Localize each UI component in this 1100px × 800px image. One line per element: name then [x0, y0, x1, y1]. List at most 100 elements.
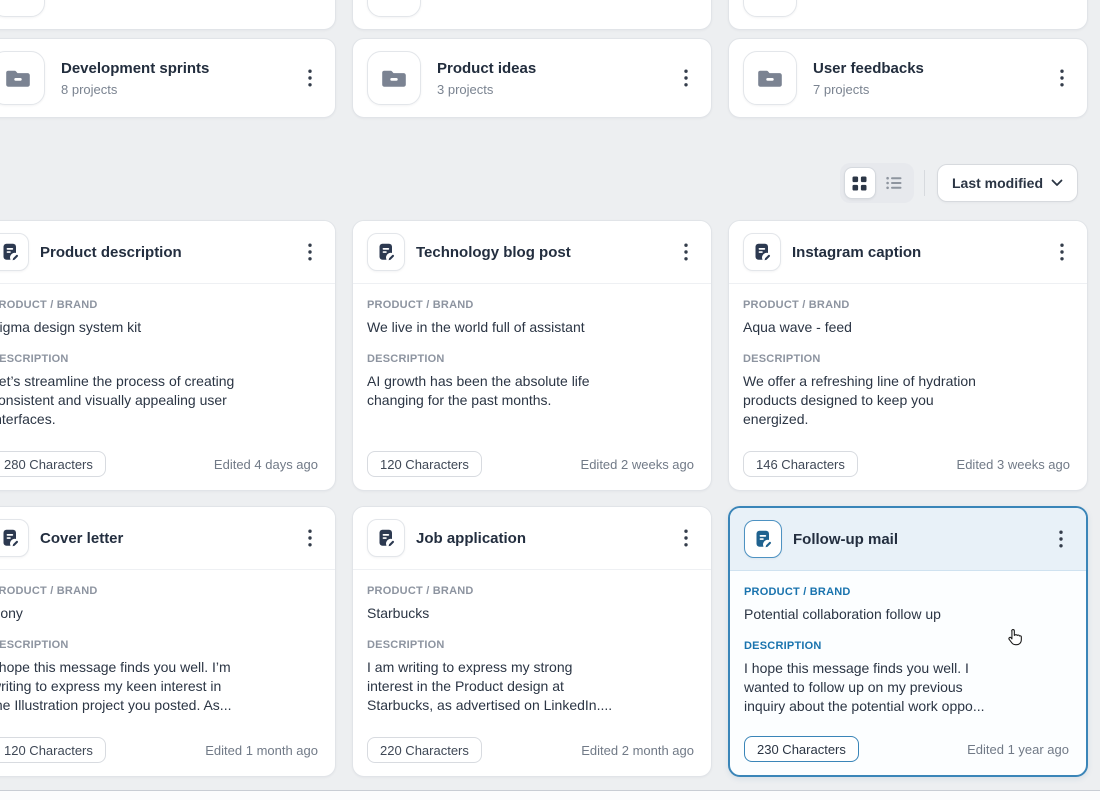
sort-dropdown[interactable]: Last modified: [937, 164, 1078, 202]
document-icon-container: [367, 519, 405, 557]
edited-timestamp: Edited 4 days ago: [214, 457, 318, 472]
edited-timestamp: Edited 1 month ago: [205, 743, 318, 758]
folder-icon: [381, 67, 407, 89]
folder-name: Product ideas: [437, 59, 675, 78]
document-card[interactable]: Instagram caption PRODUCT / BRAND Aqua w…: [728, 220, 1088, 491]
description-text: AI growth has been the absolute life cha…: [367, 372, 697, 410]
document-card-footer: 120 Characters Edited 2 weeks ago: [367, 451, 694, 477]
note-pencil-icon: [752, 242, 773, 263]
document-title: Cover letter: [40, 530, 299, 547]
document-card-header: Instagram caption: [729, 221, 1087, 284]
description-text: Let’s streamline the process of creating…: [0, 372, 321, 429]
characters-badge: 280 Characters: [0, 451, 106, 477]
kebab-menu-button[interactable]: [675, 65, 697, 91]
characters-badge: 120 Characters: [0, 737, 106, 763]
document-card-header: Job application: [353, 507, 711, 570]
description-label: DESCRIPTION: [743, 353, 1073, 365]
kebab-menu-icon: [308, 69, 312, 87]
document-card-footer: 220 Characters Edited 2 month ago: [367, 737, 694, 763]
folder-icon: [381, 0, 407, 1]
document-card-body: PRODUCT / BRAND Figma design system kit …: [0, 284, 335, 429]
folder-card[interactable]: 15 projects: [352, 0, 712, 30]
kebab-menu-button[interactable]: [299, 65, 321, 91]
description-text: I hope this message finds you well. I wa…: [744, 659, 1072, 716]
document-icon-container: [0, 519, 29, 557]
folder-icon-container: [743, 51, 797, 105]
grid-view-button[interactable]: [844, 167, 876, 199]
folder-icon: [5, 0, 31, 1]
brand-value: Sony: [0, 604, 321, 622]
folder-row: Development sprints 8 projects Product i…: [0, 38, 1088, 118]
document-card[interactable]: Cover letter PRODUCT / BRAND Sony DESCRI…: [0, 506, 336, 777]
brand-label: PRODUCT / BRAND: [367, 299, 697, 311]
note-pencil-icon: [376, 242, 397, 263]
document-icon-container: [743, 233, 781, 271]
document-card-body: PRODUCT / BRAND Aqua wave - feed DESCRIP…: [729, 284, 1087, 429]
grid-view-icon: [852, 176, 867, 191]
brand-label: PRODUCT / BRAND: [367, 585, 697, 597]
document-card-header: Product description: [0, 221, 335, 284]
description-text: I hope this message finds you well. I’m …: [0, 658, 321, 715]
kebab-menu-button[interactable]: [299, 0, 321, 3]
description-label: DESCRIPTION: [367, 639, 697, 651]
note-pencil-icon: [0, 242, 21, 263]
brand-label: PRODUCT / BRAND: [743, 299, 1073, 311]
folder-name: User feedbacks: [813, 59, 1051, 78]
document-card-footer: 146 Characters Edited 3 weeks ago: [743, 451, 1070, 477]
kebab-menu-icon: [1060, 243, 1064, 261]
description-text: We offer a refreshing line of hydration …: [743, 372, 1073, 429]
document-card[interactable]: Technology blog post PRODUCT / BRAND We …: [352, 220, 712, 491]
folder-icon-container: [367, 51, 421, 105]
description-label: DESCRIPTION: [0, 639, 321, 651]
description-text: I am writing to express my strong intere…: [367, 658, 697, 715]
document-icon-container: [367, 233, 405, 271]
document-card-header: Technology blog post: [353, 221, 711, 284]
document-title: Job application: [416, 530, 675, 547]
brand-value: Potential collaboration follow up: [744, 605, 1072, 623]
document-icon-container: [0, 233, 29, 271]
folder-meta: Development sprints 8 projects: [61, 59, 299, 97]
kebab-menu-button[interactable]: [675, 239, 697, 265]
folder-card[interactable]: 20 projects: [0, 0, 336, 30]
kebab-menu-icon: [684, 69, 688, 87]
folder-projects-count: 7 projects: [813, 82, 1051, 97]
kebab-menu-button[interactable]: [675, 0, 697, 3]
brand-value: Starbucks: [367, 604, 697, 622]
chevron-down-icon: [1051, 179, 1063, 187]
kebab-menu-icon: [1059, 530, 1063, 548]
characters-badge: 230 Characters: [744, 736, 859, 762]
document-card-body: PRODUCT / BRAND We live in the world ful…: [353, 284, 711, 410]
folder-card[interactable]: User feedbacks 7 projects: [728, 38, 1088, 118]
folder-meta: Product ideas 3 projects: [437, 59, 675, 97]
note-pencil-icon: [0, 528, 21, 549]
list-view-button[interactable]: [878, 167, 910, 199]
document-card[interactable]: Job application PRODUCT / BRAND Starbuck…: [352, 506, 712, 777]
edited-timestamp: Edited 2 weeks ago: [581, 457, 694, 472]
folder-name: Development sprints: [61, 59, 299, 78]
document-title: Technology blog post: [416, 244, 675, 261]
kebab-menu-button[interactable]: [299, 525, 321, 551]
kebab-menu-button[interactable]: [675, 525, 697, 551]
folder-card[interactable]: Product ideas 3 projects: [352, 38, 712, 118]
kebab-menu-button[interactable]: [1051, 65, 1073, 91]
folder-icon-container: [0, 51, 45, 105]
document-card[interactable]: Follow-up mail PRODUCT / BRAND Potential…: [728, 506, 1088, 777]
document-card[interactable]: Product description PRODUCT / BRAND Figm…: [0, 220, 336, 491]
description-label: DESCRIPTION: [744, 640, 1072, 652]
document-card-footer: 120 Characters Edited 1 month ago: [0, 737, 318, 763]
folder-card[interactable]: Development sprints 8 projects: [0, 38, 336, 118]
view-toggle: [840, 163, 914, 203]
document-card-footer: 230 Characters Edited 1 year ago: [744, 736, 1069, 762]
folder-icon: [5, 67, 31, 89]
kebab-menu-button[interactable]: [1051, 0, 1073, 3]
kebab-menu-button[interactable]: [1051, 239, 1073, 265]
kebab-menu-button[interactable]: [299, 239, 321, 265]
document-card-body: PRODUCT / BRAND Potential collaboration …: [730, 571, 1086, 716]
folder-card[interactable]: 10 projects: [728, 0, 1088, 30]
document-card-header: Follow-up mail: [730, 508, 1086, 571]
brand-label: PRODUCT / BRAND: [0, 585, 321, 597]
document-icon-container: [744, 520, 782, 558]
sort-dropdown-label: Last modified: [952, 175, 1043, 191]
characters-badge: 120 Characters: [367, 451, 482, 477]
kebab-menu-button[interactable]: [1050, 526, 1072, 552]
